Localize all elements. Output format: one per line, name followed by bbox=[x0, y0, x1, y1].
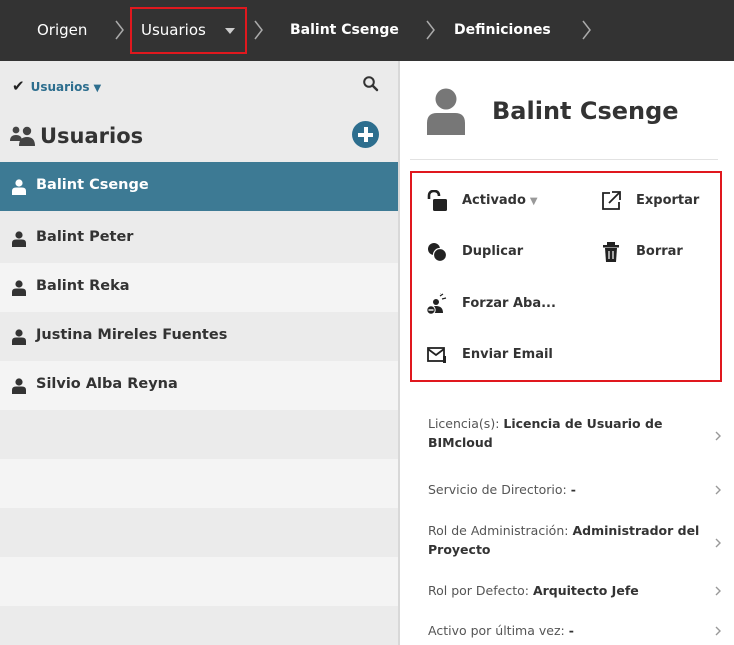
user-detail-panel: Balint Csenge Activado ▼ Exportar Duplica… bbox=[398, 61, 734, 645]
forzar-label: Forzar Aba... bbox=[462, 296, 556, 311]
duplicate-icon bbox=[428, 243, 448, 263]
property-label: Rol por Defecto: bbox=[428, 583, 529, 598]
divider bbox=[410, 159, 718, 160]
property-value: Arquitecto Jefe bbox=[532, 583, 639, 598]
property-label: Rol de Administración: bbox=[428, 523, 569, 538]
duplicar-button[interactable]: Duplicar bbox=[426, 241, 566, 263]
empty-row bbox=[0, 459, 398, 508]
caret-down-icon: ▼ bbox=[93, 83, 102, 94]
enviar-email-label: Enviar Email bbox=[462, 347, 553, 362]
borrar-label: Borrar bbox=[636, 244, 683, 259]
property-row[interactable]: Servicio de Directorio: - bbox=[428, 480, 724, 500]
property-label: Servicio de Directorio: bbox=[428, 482, 567, 497]
person-icon bbox=[12, 280, 26, 296]
breadcrumb-user[interactable]: Balint Csenge bbox=[290, 20, 399, 40]
property-value: - bbox=[570, 482, 576, 497]
user-list-panel: ✔ Usuarios ▼ Usuarios Balint Csenge Balint… bbox=[0, 61, 398, 645]
chevron-right-icon bbox=[715, 538, 721, 548]
empty-row bbox=[0, 557, 398, 606]
property-label: Activo por última vez: bbox=[428, 623, 565, 638]
chevron-right-icon bbox=[715, 431, 721, 441]
person-icon bbox=[12, 231, 26, 247]
forzar-abandono-button[interactable]: Forzar Aba... bbox=[426, 293, 586, 315]
property-row[interactable]: Activo por última vez: - bbox=[428, 621, 724, 641]
caret-down-icon[interactable] bbox=[225, 28, 235, 34]
empty-row bbox=[0, 410, 398, 459]
person-icon bbox=[12, 378, 26, 394]
export-icon bbox=[602, 191, 621, 210]
filter-dropdown[interactable]: ✔ Usuarios ▼ bbox=[12, 77, 101, 95]
filter-label: Usuarios bbox=[30, 80, 90, 94]
property-row[interactable]: Rol de Administración: Administrador del… bbox=[428, 521, 724, 565]
email-icon bbox=[427, 347, 446, 363]
user-row[interactable]: Balint Csenge bbox=[0, 162, 398, 211]
breadcrumb-usuarios[interactable]: Usuarios bbox=[141, 20, 206, 40]
force-leave-icon bbox=[426, 293, 447, 315]
enviar-email-button[interactable]: Enviar Email bbox=[426, 344, 586, 366]
breadcrumb-origen[interactable]: Origen bbox=[37, 20, 87, 40]
property-label: Licencia(s): bbox=[428, 416, 500, 431]
chevron-right-icon bbox=[715, 586, 721, 596]
trash-icon bbox=[603, 242, 619, 262]
list-header: ✔ Usuarios ▼ Usuarios bbox=[0, 61, 398, 162]
property-row[interactable]: Rol por Defecto: Arquitecto Jefe bbox=[428, 581, 724, 601]
list-title: Usuarios bbox=[40, 124, 144, 148]
chevron-right-icon bbox=[115, 20, 124, 40]
user-row[interactable]: Silvio Alba Reyna bbox=[0, 361, 398, 410]
caret-down-icon: ▼ bbox=[529, 196, 538, 207]
activado-dropdown[interactable]: Activado ▼ bbox=[426, 190, 566, 212]
empty-row bbox=[0, 606, 398, 645]
user-name: Balint Peter bbox=[36, 229, 134, 245]
user-name: Balint Csenge bbox=[36, 177, 149, 193]
person-icon bbox=[12, 329, 26, 345]
activado-label: Activado bbox=[462, 193, 526, 208]
add-user-button[interactable] bbox=[352, 121, 379, 148]
chevron-right-icon bbox=[426, 20, 435, 40]
empty-row bbox=[0, 508, 398, 557]
search-icon[interactable] bbox=[362, 75, 380, 93]
borrar-button[interactable]: Borrar bbox=[600, 241, 710, 263]
chevron-right-icon bbox=[715, 626, 721, 636]
user-name: Balint Reka bbox=[36, 278, 130, 294]
user-row[interactable]: Justina Mireles Fuentes bbox=[0, 312, 398, 361]
user-name: Justina Mireles Fuentes bbox=[36, 327, 228, 343]
users-icon bbox=[10, 126, 35, 146]
person-icon bbox=[12, 179, 26, 195]
user-row[interactable]: Balint Peter bbox=[0, 214, 398, 263]
exportar-label: Exportar bbox=[636, 193, 700, 208]
user-name: Silvio Alba Reyna bbox=[36, 376, 178, 392]
duplicar-label: Duplicar bbox=[462, 244, 524, 259]
unlock-icon bbox=[427, 190, 447, 211]
page-title: Balint Csenge bbox=[492, 97, 679, 125]
user-row[interactable]: Balint Reka bbox=[0, 263, 398, 312]
property-row[interactable]: Licencia(s): Licencia de Usuario de BIMc… bbox=[428, 414, 724, 458]
avatar bbox=[427, 88, 465, 135]
exportar-button[interactable]: Exportar bbox=[600, 190, 710, 212]
chevron-right-icon bbox=[715, 485, 721, 495]
chevron-right-icon bbox=[254, 20, 263, 40]
actions-panel: Activado ▼ Exportar Duplicar Borrar Forz… bbox=[410, 171, 722, 382]
check-icon: ✔ bbox=[12, 77, 25, 95]
breadcrumb-definiciones[interactable]: Definiciones bbox=[454, 20, 551, 40]
property-value: - bbox=[568, 623, 574, 638]
chevron-right-icon bbox=[582, 20, 591, 40]
breadcrumb: Origen Usuarios Balint Csenge Definicion… bbox=[0, 0, 734, 61]
